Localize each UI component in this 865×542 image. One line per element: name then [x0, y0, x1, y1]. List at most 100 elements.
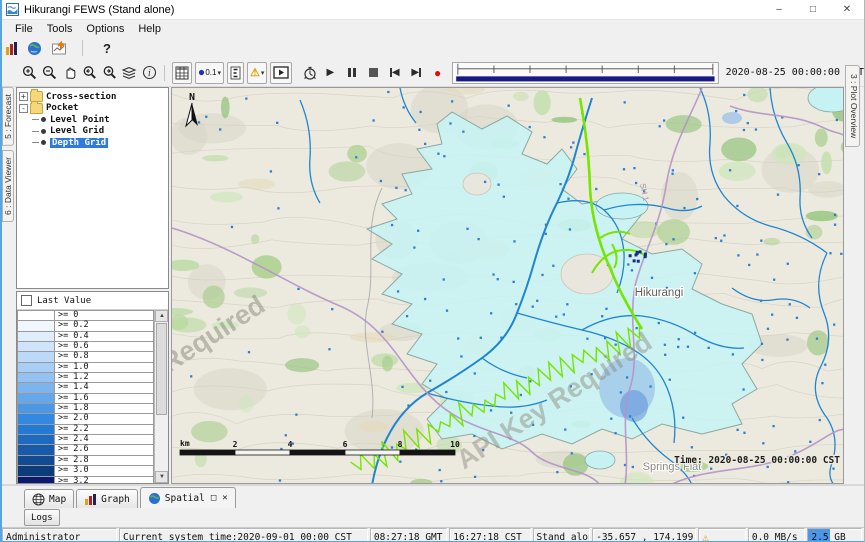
- menu-tools[interactable]: Tools: [40, 22, 80, 36]
- last-value-checkbox[interactable]: [21, 295, 32, 306]
- skip-to-end-button[interactable]: ▶: [407, 63, 425, 83]
- maximize-tab-icon[interactable]: □: [211, 493, 216, 503]
- tab-label: Map: [49, 494, 66, 505]
- logs-button[interactable]: Logs: [24, 509, 60, 526]
- legend-scrollbar[interactable]: ▲ ▼: [154, 310, 168, 483]
- layers-icon[interactable]: [121, 63, 138, 83]
- menu-file[interactable]: File: [8, 22, 40, 36]
- tab-data-viewer[interactable]: 6 : Data Viewer: [2, 150, 14, 222]
- chevron-down-icon: ▾: [217, 69, 221, 77]
- svg-text:8: 8: [398, 440, 403, 449]
- time-slider[interactable]: [452, 60, 719, 86]
- svg-text:6: 6: [343, 440, 348, 449]
- legend-row: >= 0: [17, 310, 154, 320]
- zoom-in-icon[interactable]: [22, 63, 39, 83]
- tab-label: Spatial: [165, 493, 205, 504]
- tab-spatial[interactable]: Spatial □ ✕: [140, 487, 236, 508]
- record-button[interactable]: ●: [428, 63, 446, 83]
- main-toolbar: ?: [2, 37, 864, 59]
- scroll-down-icon[interactable]: ▼: [155, 471, 168, 483]
- svg-text:4: 4: [288, 440, 293, 449]
- tree-item-depth-grid[interactable]: Depth Grid: [19, 137, 166, 149]
- tab-plot-overview[interactable]: 3 : Plot Overview: [845, 65, 860, 147]
- status-bar: Administrator Current system time:2020-09…: [2, 527, 864, 542]
- tree-item-cross-section[interactable]: + Cross-section: [19, 91, 166, 103]
- pause-button[interactable]: [343, 63, 361, 83]
- title-bar: Hikurangi FEWS (Stand alone) – □ ✕: [2, 0, 864, 20]
- close-tab-icon[interactable]: ✕: [222, 493, 227, 503]
- grid-display-button[interactable]: [172, 62, 192, 84]
- status-warning-cell[interactable]: ⚠: [698, 528, 746, 542]
- graph-tab-icon: [84, 493, 97, 506]
- threshold-dropdown[interactable]: 0.1 ▾: [195, 62, 224, 84]
- zoom-next-icon[interactable]: [101, 63, 118, 83]
- tab-graph[interactable]: Graph: [76, 489, 138, 508]
- zoom-out-icon[interactable]: [42, 63, 59, 83]
- pan-hand-icon[interactable]: [62, 63, 79, 83]
- tab-map[interactable]: Map: [24, 489, 74, 508]
- map-toolbar: i 0.1 ▾ ⚠ ▾ ▶ ◀ ▶ ●: [2, 59, 864, 87]
- maximize-button[interactable]: □: [796, 0, 830, 19]
- labels-button[interactable]: [227, 62, 244, 84]
- zoom-previous-icon[interactable]: [81, 63, 98, 83]
- info-icon[interactable]: i: [141, 63, 158, 83]
- timeseries-dialog-icon[interactable]: [52, 41, 68, 56]
- map-tab-icon: [32, 493, 45, 506]
- status-cell-text: Current system time:2020-09-01 00:00 CST: [123, 532, 352, 542]
- legend-row: >= 2.4: [17, 434, 154, 444]
- map-display-icon[interactable]: [27, 41, 42, 56]
- tree-connector: [32, 142, 39, 143]
- legend-row: >= 2.0: [17, 413, 154, 423]
- tree-item-label: Level Point: [50, 115, 110, 125]
- close-button[interactable]: ✕: [830, 0, 864, 19]
- menu-help[interactable]: Help: [131, 22, 168, 36]
- legend-row: >= 0.4: [17, 331, 154, 341]
- stop-button[interactable]: [364, 63, 382, 83]
- tree-item-level-grid[interactable]: Level Grid: [19, 126, 166, 138]
- legend-row: >= 0.8: [17, 351, 154, 361]
- svg-text:2: 2: [233, 440, 238, 449]
- warning-icon[interactable]: ⚠: [702, 531, 709, 542]
- tree-item-pocket[interactable]: -Pocket: [19, 103, 166, 115]
- time-slider-progress: [456, 76, 714, 81]
- status-cell-text: 0.0 MB/s: [752, 532, 798, 542]
- status-cell-text: 2.5 GB: [811, 532, 845, 542]
- node-bullet-icon: [41, 129, 46, 134]
- legend-row: >= 1.6: [17, 393, 154, 403]
- minimize-button[interactable]: –: [762, 0, 796, 19]
- animation-speed-icon[interactable]: [301, 63, 318, 83]
- animation-window-button[interactable]: [270, 62, 292, 84]
- status-cell: -35.657 , 174.199: [592, 528, 696, 542]
- collapse-icon[interactable]: -: [19, 104, 28, 113]
- play-button[interactable]: ▶: [321, 63, 339, 83]
- status-cell: 08:27:18 GMT: [370, 528, 447, 542]
- help-button[interactable]: ?: [97, 41, 117, 56]
- logs-row: Logs: [2, 508, 864, 527]
- status-cell: 2.5 GB: [807, 528, 862, 542]
- spatial-tab-icon: [148, 492, 161, 505]
- menu-options[interactable]: Options: [79, 22, 131, 36]
- scrollbar-thumb[interactable]: [156, 323, 167, 415]
- threshold-value: 0.1: [205, 68, 216, 77]
- filter-tree: + Cross-section-PocketLevel PointLevel Gr…: [16, 87, 169, 289]
- thresholds-warning-dropdown[interactable]: ⚠ ▾: [247, 62, 267, 84]
- skip-to-start-button[interactable]: ◀: [385, 63, 403, 83]
- application-window: Hikurangi FEWS (Stand alone) – □ ✕ FileT…: [0, 0, 865, 542]
- status-cell-text: Administrator: [6, 532, 80, 542]
- toolbar-separator: [82, 40, 83, 56]
- spatial-map[interactable]: N API Key Required API Key Required SH 1…: [171, 87, 844, 484]
- scroll-up-icon[interactable]: ▲: [155, 310, 168, 322]
- app-logo-icon: [6, 3, 19, 16]
- legend-class-label: >= 3.2: [55, 476, 154, 484]
- tree-item-label: Cross-section: [46, 92, 116, 102]
- svg-text:km: km: [180, 439, 190, 448]
- tree-item-level-point[interactable]: Level Point: [19, 114, 166, 126]
- tree-connector: [32, 131, 39, 132]
- expand-icon[interactable]: +: [19, 92, 28, 101]
- tab-forecast[interactable]: 5 : Forecast: [2, 87, 14, 146]
- town-label: Hikurangi: [635, 287, 684, 299]
- toolbar-separator: [164, 65, 165, 81]
- database-viewer-icon[interactable]: [6, 42, 17, 55]
- legend-row: >= 1.4: [17, 382, 154, 392]
- status-cell-text: 16:27:18 CST: [453, 532, 522, 542]
